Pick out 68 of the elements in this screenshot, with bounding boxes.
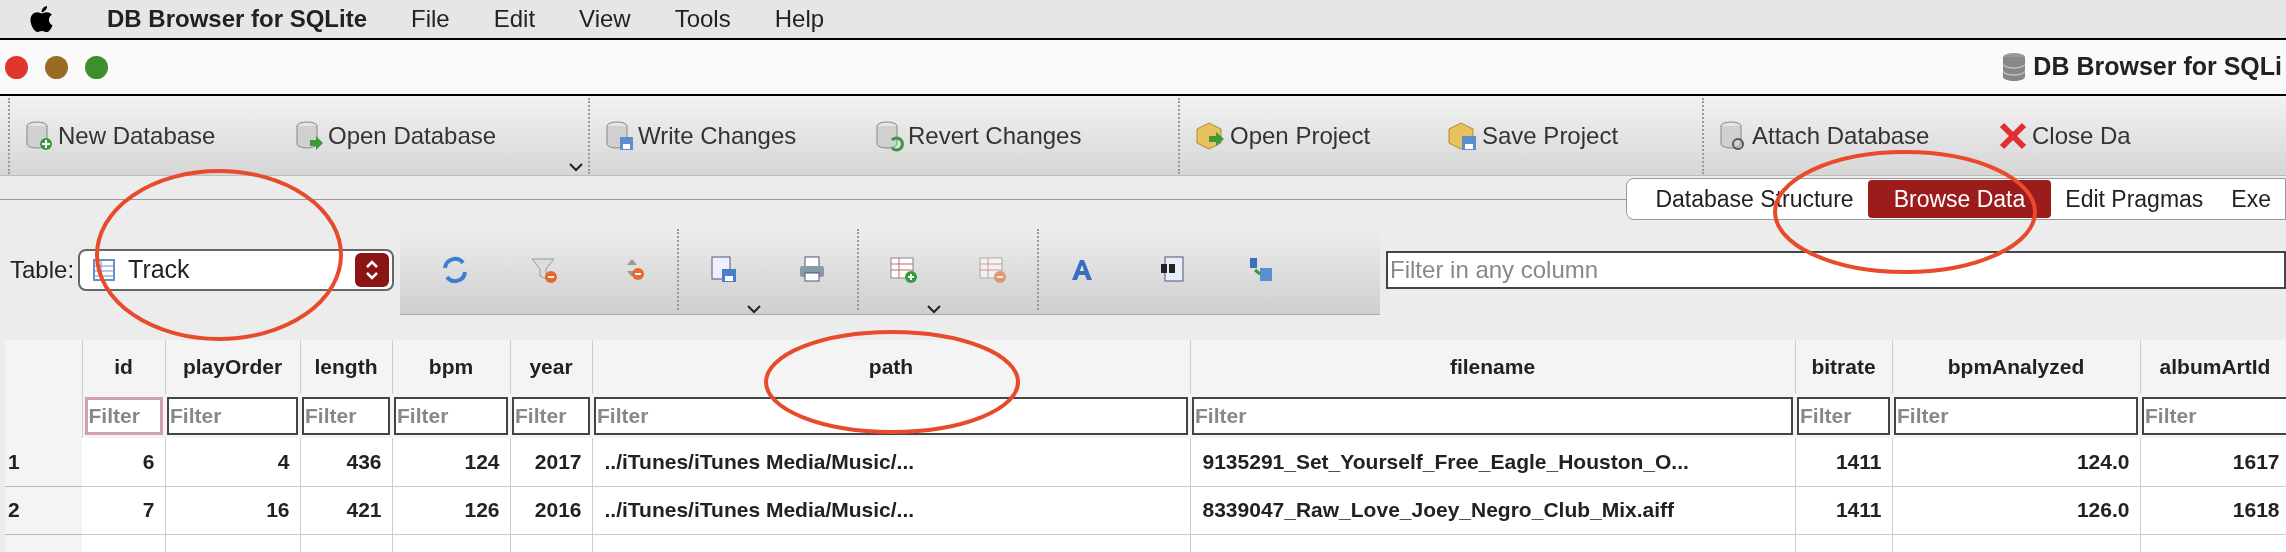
menu-item[interactable]: Edit (493, 1, 536, 37)
column-filter-field[interactable]: Filter (167, 397, 298, 435)
table-cell: 2017 (510, 438, 592, 486)
row-number[interactable]: 1 (5, 438, 82, 486)
column-filter-field[interactable]: Filter (1797, 397, 1890, 435)
stepper-icon (355, 253, 390, 287)
column-filter-field[interactable]: Filter (1894, 397, 2138, 435)
row-number[interactable]: 2 (5, 486, 82, 534)
toolbar-button[interactable]: Save Project (1440, 97, 1702, 174)
filter-field[interactable]: Filter in any column (1386, 251, 2286, 289)
dropdown-caret-icon (926, 303, 943, 314)
minimize-window-icon[interactable] (45, 55, 68, 79)
apple-logo-icon[interactable] (28, 4, 55, 34)
table-cell: 124 (392, 438, 510, 486)
tab[interactable]: Browse Data (1867, 180, 2052, 218)
app-name[interactable]: DB Browser for SQLite (107, 1, 368, 37)
column-filter-field[interactable]: Filter (594, 397, 1188, 435)
toolbar-button[interactable]: Attach Database (1702, 97, 1992, 174)
column-filter-field[interactable]: Filter (302, 397, 390, 435)
dropdown-caret-icon (746, 303, 763, 314)
table-cell: 436 (300, 438, 392, 486)
close-icon (1998, 120, 2028, 151)
column-filter-field[interactable]: Filter (84, 397, 163, 435)
table-cell: 421 (300, 486, 392, 534)
table-cell: 9135291_Set_Yourself_Free_Eagle_Houston_O... (1190, 438, 1795, 486)
column-filter-field[interactable]: Filter (1192, 397, 1793, 435)
toolbar-button[interactable]: Write Changes (588, 97, 868, 174)
zoom-window-icon[interactable] (85, 55, 108, 79)
dropdown-caret-icon (568, 161, 584, 172)
window-title: DB Browser for SQLi (2033, 51, 2282, 83)
menu-item[interactable]: Help (774, 1, 825, 37)
toolbar-button[interactable]: Revert Changes (868, 97, 1178, 174)
database-icon (2001, 52, 2028, 82)
table-cell: 7 (82, 486, 165, 534)
table-cell: ../iTunes/iTunes Media/Music/... (592, 438, 1190, 486)
table-cell: 1411 (1795, 438, 1892, 486)
column-filter-field[interactable]: Filter (394, 397, 508, 435)
toolbar-button[interactable]: Open Database (288, 97, 588, 174)
table-cell: 1617 (2140, 438, 2286, 486)
toolbar-button[interactable]: New Database (8, 97, 288, 174)
tab[interactable]: Edit Pragmas (2051, 180, 2218, 218)
database-save-icon (604, 119, 634, 152)
table-cell: ../iTunes/iTunes Media/Music/... (592, 486, 1190, 534)
database-revert-icon (874, 119, 904, 152)
table-cell: 8339047_Raw_Love_Joey_Negro_Club_Mix.aiff (1190, 486, 1795, 534)
table-label: Table: (10, 255, 75, 285)
table-cell: 126 (392, 486, 510, 534)
table-cell: 1618 (2140, 486, 2286, 534)
table-cell: 2016 (510, 486, 592, 534)
tab[interactable]: Exe (2217, 180, 2285, 218)
open-database-icon (294, 119, 324, 152)
table-cell: 126.0 (1892, 486, 2140, 534)
menu-item[interactable]: Tools (674, 1, 731, 37)
menu-item[interactable]: View (579, 1, 631, 37)
table-cell: 4 (165, 438, 300, 486)
toolbar-button[interactable]: Close Da (1992, 97, 2192, 174)
table-cell: 124.0 (1892, 438, 2140, 486)
table-cell: 1411 (1795, 486, 1892, 534)
close-window-icon[interactable] (5, 55, 28, 79)
table-combobox[interactable]: Track (78, 249, 395, 291)
toolbar-button[interactable]: Open Project (1178, 97, 1440, 174)
new-database-icon (24, 119, 54, 152)
table-cell: 16 (165, 486, 300, 534)
column-filter-field[interactable]: Filter (2142, 397, 2286, 435)
table-value: Track (128, 254, 190, 286)
table-cell: 6 (82, 438, 165, 486)
menu-item[interactable]: File (411, 1, 450, 37)
column-filter-field[interactable]: Filter (512, 397, 590, 435)
